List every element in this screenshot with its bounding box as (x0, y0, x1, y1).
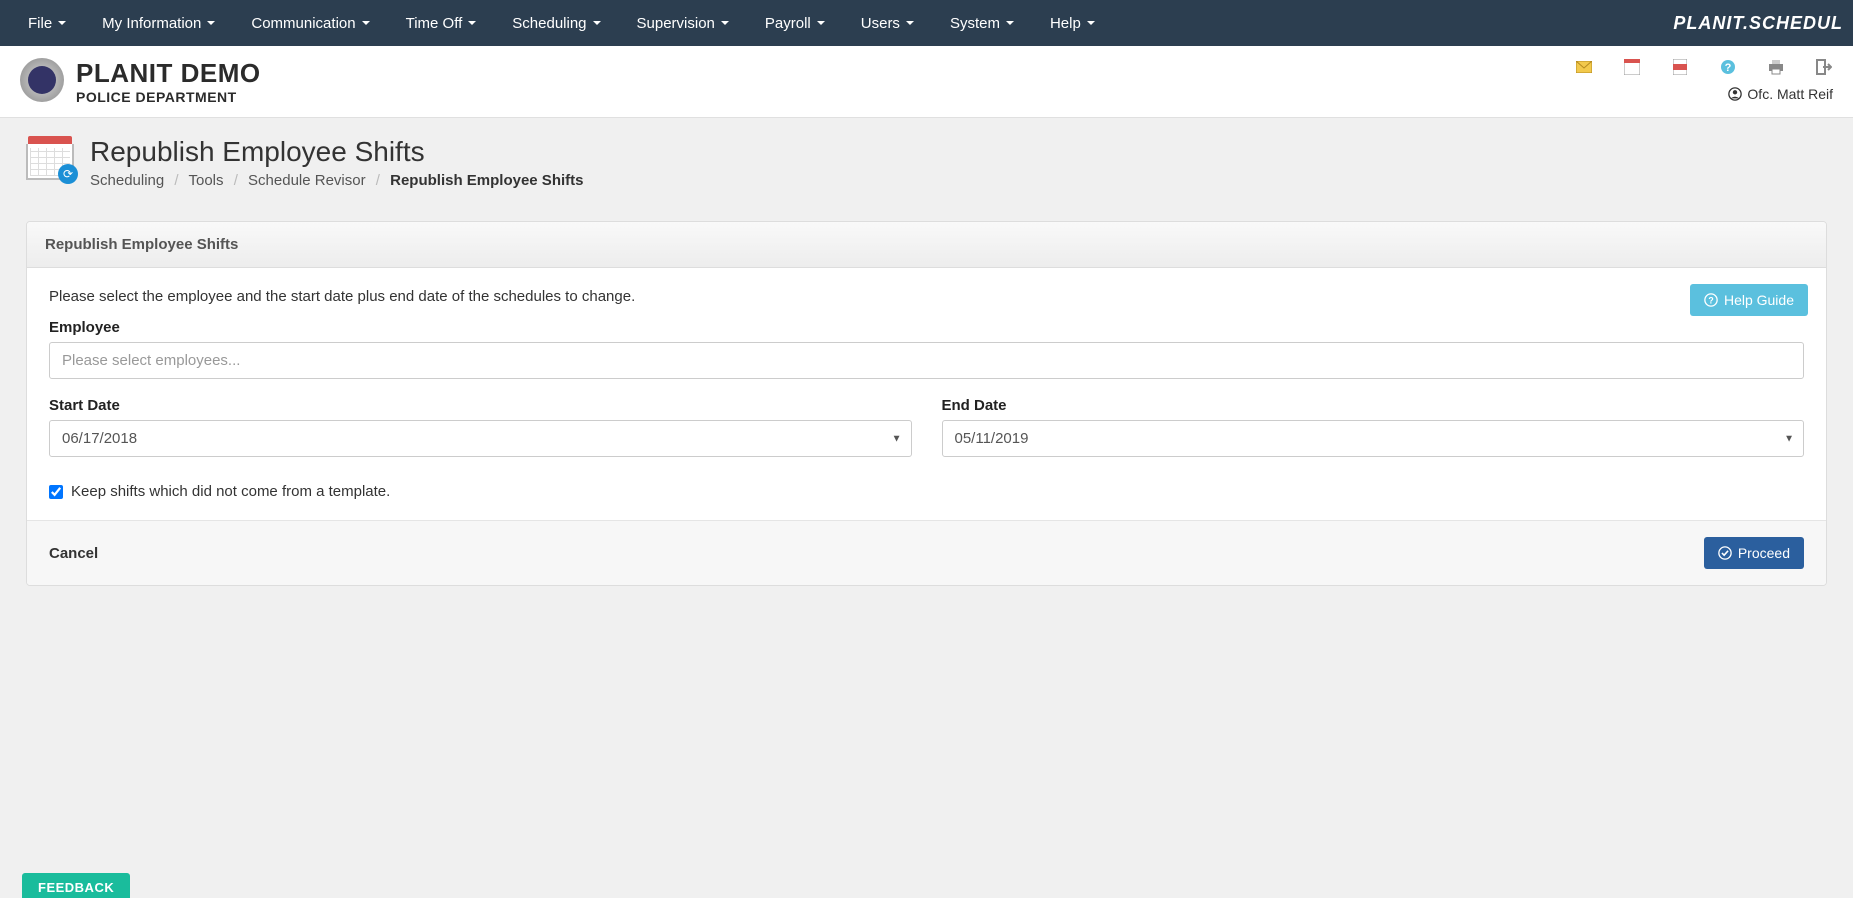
main-panel: Republish Employee Shifts ? Help Guide P… (26, 221, 1827, 586)
chevron-down-icon (207, 21, 215, 25)
nav-menu: File My Information Communication Time O… (10, 3, 1113, 44)
proceed-label: Proceed (1738, 545, 1790, 561)
date-row: Start Date 06/17/2018 ▼ End Date 05/11/2… (49, 397, 1804, 475)
nav-system[interactable]: System (932, 3, 1032, 44)
nav-time-off[interactable]: Time Off (388, 3, 495, 44)
proceed-button[interactable]: Proceed (1704, 537, 1804, 569)
mail-icon[interactable] (1575, 58, 1593, 76)
nav-scheduling[interactable]: Scheduling (494, 3, 618, 44)
pdf-icon[interactable] (1671, 58, 1689, 76)
nav-supervision-label: Supervision (637, 15, 715, 32)
org-name: PLANIT DEMO (76, 58, 261, 89)
start-date-select[interactable]: 06/17/2018 (49, 420, 912, 457)
breadcrumb-separator: / (234, 172, 238, 189)
header-icon-row: ? (1575, 58, 1833, 76)
nav-system-label: System (950, 15, 1000, 32)
org-badge-icon (20, 58, 64, 102)
employee-group: Employee Please select employees... (49, 319, 1804, 379)
feedback-tab[interactable]: FEEDBACK (22, 873, 130, 898)
keep-shifts-label: Keep shifts which did not come from a te… (71, 483, 390, 500)
question-circle-icon: ? (1704, 293, 1718, 307)
help-icon[interactable]: ? (1719, 58, 1737, 76)
org-block: PLANIT DEMO POLICE DEPARTMENT (76, 58, 261, 105)
nav-help-label: Help (1050, 15, 1081, 32)
start-date-group: Start Date 06/17/2018 ▼ (49, 397, 912, 457)
current-user-label: Ofc. Matt Reif (1747, 86, 1833, 102)
chevron-down-icon (1087, 21, 1095, 25)
instruction-text: Please select the employee and the start… (49, 288, 1804, 305)
panel-body: ? Help Guide Please select the employee … (27, 268, 1826, 520)
breadcrumb-scheduling[interactable]: Scheduling (90, 172, 164, 189)
nav-scheduling-label: Scheduling (512, 15, 586, 32)
feedback-label: FEEDBACK (38, 880, 114, 895)
org-subtitle: POLICE DEPARTMENT (76, 89, 261, 105)
svg-text:?: ? (1708, 296, 1713, 306)
nav-my-information-label: My Information (102, 15, 201, 32)
nav-payroll[interactable]: Payroll (747, 3, 843, 44)
employee-select[interactable]: Please select employees... (49, 342, 1804, 379)
nav-payroll-label: Payroll (765, 15, 811, 32)
end-date-label: End Date (942, 397, 1805, 414)
panel-heading: Republish Employee Shifts (27, 222, 1826, 268)
breadcrumb: Scheduling / Tools / Schedule Revisor / … (90, 172, 583, 189)
nav-communication[interactable]: Communication (233, 3, 387, 44)
chevron-down-icon (362, 21, 370, 25)
nav-users[interactable]: Users (843, 3, 932, 44)
end-date-select[interactable]: 05/11/2019 (942, 420, 1805, 457)
chevron-down-icon (468, 21, 476, 25)
brand-logo: PLANIT.SCHEDUL (1673, 13, 1843, 34)
help-guide-label: Help Guide (1724, 292, 1794, 308)
breadcrumb-tools[interactable]: Tools (188, 172, 223, 189)
breadcrumb-current: Republish Employee Shifts (390, 172, 583, 189)
help-guide-button[interactable]: ? Help Guide (1690, 284, 1808, 316)
header-band: PLANIT DEMO POLICE DEPARTMENT ? (0, 46, 1853, 118)
chevron-down-icon (817, 21, 825, 25)
chevron-down-icon (58, 21, 66, 25)
current-user[interactable]: Ofc. Matt Reif (1728, 86, 1833, 102)
print-icon[interactable] (1767, 58, 1785, 76)
nav-file[interactable]: File (10, 3, 84, 44)
breadcrumb-schedule-revisor[interactable]: Schedule Revisor (248, 172, 366, 189)
chevron-down-icon (593, 21, 601, 25)
svg-text:?: ? (1725, 62, 1732, 74)
calendar-icon[interactable] (1623, 58, 1641, 76)
chevron-down-icon (906, 21, 914, 25)
user-icon (1728, 87, 1742, 101)
chevron-down-icon (721, 21, 729, 25)
page-calendar-refresh-icon: ⟳ (26, 136, 74, 180)
nav-file-label: File (28, 15, 52, 32)
nav-communication-label: Communication (251, 15, 355, 32)
keep-shifts-checkbox-line[interactable]: Keep shifts which did not come from a te… (49, 483, 1804, 500)
page-title: Republish Employee Shifts (90, 136, 583, 168)
check-circle-icon (1718, 546, 1732, 560)
chevron-down-icon (1006, 21, 1014, 25)
keep-shifts-checkbox[interactable] (49, 485, 63, 499)
nav-my-information[interactable]: My Information (84, 3, 233, 44)
nav-users-label: Users (861, 15, 900, 32)
nav-time-off-label: Time Off (406, 15, 463, 32)
cancel-button[interactable]: Cancel (49, 545, 98, 562)
breadcrumb-separator: / (376, 172, 380, 189)
logout-icon[interactable] (1815, 58, 1833, 76)
header-icons: ? Ofc. Matt Reif (1575, 58, 1833, 102)
nav-supervision[interactable]: Supervision (619, 3, 747, 44)
top-nav: File My Information Communication Time O… (0, 0, 1853, 46)
start-date-label: Start Date (49, 397, 912, 414)
breadcrumb-separator: / (174, 172, 178, 189)
panel-footer: Cancel Proceed (27, 520, 1826, 585)
end-date-group: End Date 05/11/2019 ▼ (942, 397, 1805, 457)
employee-label: Employee (49, 319, 1804, 336)
nav-help[interactable]: Help (1032, 3, 1113, 44)
page-title-area: ⟳ Republish Employee Shifts Scheduling /… (0, 118, 1853, 201)
